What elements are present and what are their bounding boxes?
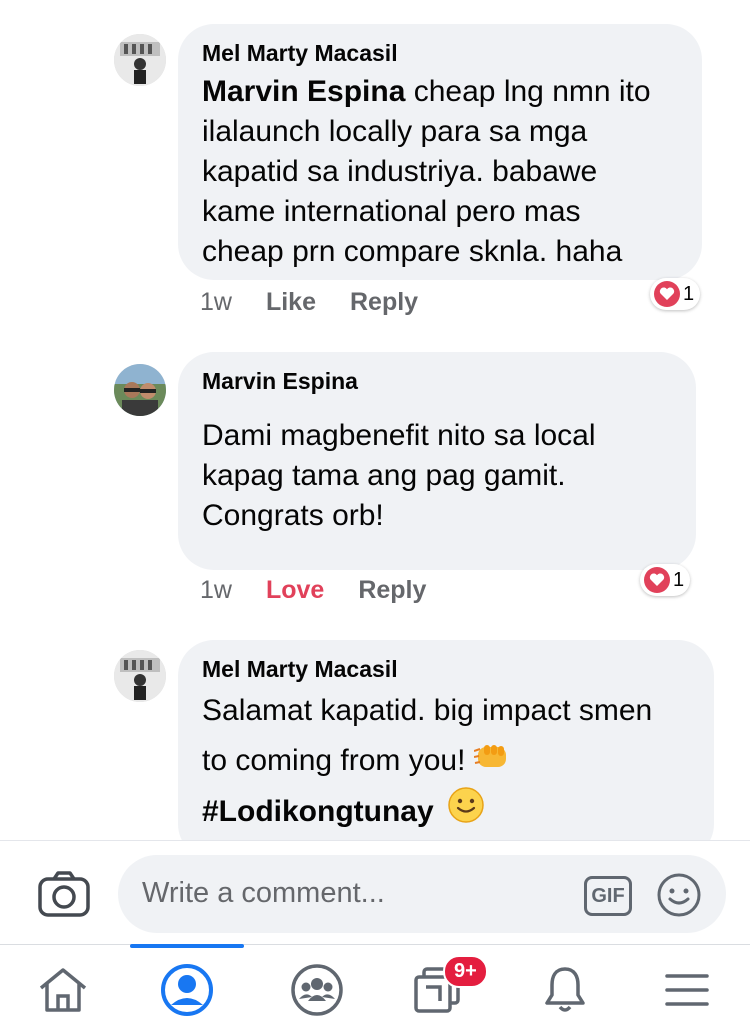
- comment-author[interactable]: Marvin Espina: [202, 366, 674, 396]
- avatar-marvin-espina[interactable]: [114, 364, 166, 416]
- camera-icon[interactable]: [38, 871, 90, 917]
- comment-text: Marvin Espina cheap lng nmn ito ilalaunc…: [202, 72, 680, 272]
- comment-meta: 1w Love Reply: [200, 576, 460, 605]
- avatar-mel-marty[interactable]: [114, 34, 166, 86]
- reaction-count: 1: [683, 282, 695, 305]
- hashtag-link[interactable]: #Lodikongtunay: [202, 795, 434, 828]
- reply-button[interactable]: Reply: [350, 288, 418, 317]
- like-button[interactable]: Like: [266, 288, 316, 317]
- mention-link[interactable]: Marvin Espina: [202, 75, 405, 108]
- comment-time[interactable]: 1w: [200, 288, 232, 317]
- nav-menu[interactable]: [632, 945, 742, 1034]
- comment-line: Congrats orb!: [202, 499, 384, 532]
- comment-author[interactable]: Mel Marty Macasil: [202, 654, 692, 684]
- comment-text: Dami magbenefit nito sa local kapag tama…: [202, 416, 674, 536]
- comment-input[interactable]: Write a comment... GIF: [118, 855, 726, 933]
- nav-home[interactable]: [8, 945, 118, 1034]
- reaction-summary[interactable]: 1: [650, 278, 701, 310]
- gif-button[interactable]: GIF: [584, 876, 632, 916]
- comment-text: Salamat kapatid. big impact smen to comi…: [202, 686, 692, 839]
- nav-notifications[interactable]: [510, 945, 620, 1034]
- reaction-summary[interactable]: 1: [640, 564, 691, 596]
- avatar-mel-marty[interactable]: [114, 650, 166, 702]
- comment-input-placeholder: Write a comment...: [142, 877, 385, 909]
- comment-line: cheap lng nmn ito: [413, 75, 651, 108]
- heart-icon: [644, 567, 670, 593]
- comment-meta: 1w Like Reply: [200, 288, 452, 317]
- notification-badge: 9+: [443, 955, 488, 988]
- comment-composer: Write a comment... GIF: [0, 840, 750, 944]
- comment-line: Dami magbenefit nito sa local: [202, 419, 596, 452]
- comment-bubble[interactable]: Marvin Espina Dami magbenefit nito sa lo…: [178, 352, 696, 570]
- comment-line: kapatid sa industriya. babawe: [202, 155, 598, 188]
- comment-author[interactable]: Mel Marty Macasil: [202, 38, 680, 68]
- home-icon: [39, 968, 87, 1012]
- comment-line: ilalaunch locally para sa mga: [202, 115, 588, 148]
- smile-emoji-icon: [448, 787, 484, 839]
- comment-bubble[interactable]: Mel Marty Macasil Salamat kapatid. big i…: [178, 640, 714, 860]
- comment-line: cheap prn compare sknla. haha: [202, 235, 623, 268]
- heart-icon: [654, 281, 680, 307]
- emoji-icon[interactable]: [656, 872, 702, 918]
- nav-groups[interactable]: [262, 945, 372, 1034]
- comment-line: kapag tama ang pag gamit.: [202, 459, 566, 492]
- hamburger-menu-icon: [665, 974, 709, 1006]
- comment-line: to coming from you!: [202, 744, 466, 777]
- comment-line: Salamat kapatid. big impact smen: [202, 694, 653, 727]
- comment-time[interactable]: 1w: [200, 576, 232, 605]
- comment-bubble[interactable]: Mel Marty Macasil Marvin Espina cheap ln…: [178, 24, 702, 280]
- bottom-navigation: 9+: [0, 944, 750, 1034]
- reply-button[interactable]: Reply: [358, 576, 426, 605]
- comment-line: kame international pero mas: [202, 195, 581, 228]
- reaction-count: 1: [673, 568, 685, 591]
- fist-emoji-icon: [473, 737, 512, 787]
- profile-icon: [161, 964, 213, 1016]
- groups-icon: [291, 964, 343, 1016]
- nav-profile[interactable]: [132, 945, 242, 1034]
- love-button[interactable]: Love: [266, 576, 324, 605]
- bell-icon: [545, 967, 585, 1012]
